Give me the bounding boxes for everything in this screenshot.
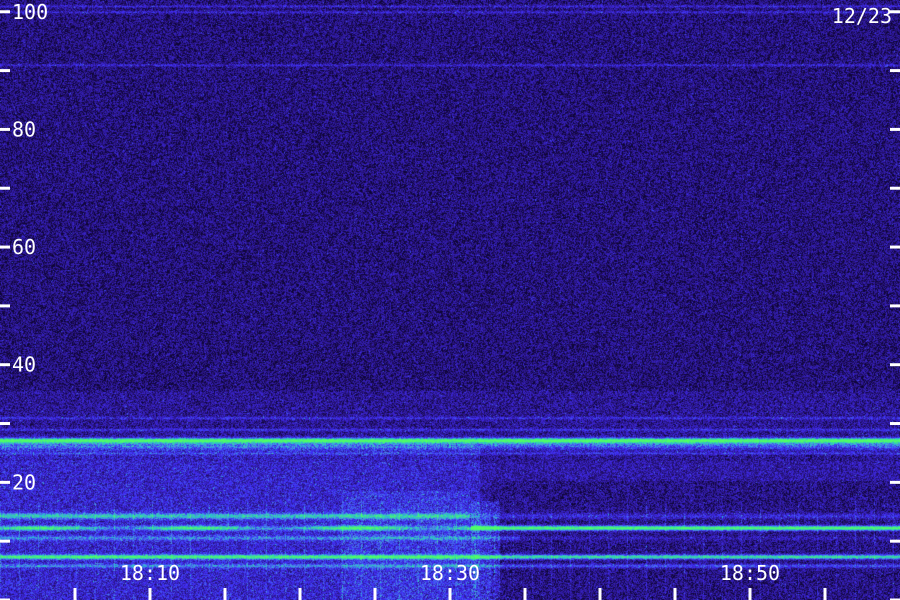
x-tick-label-1130: 18:50 [720, 561, 780, 585]
y-tick-label-20: 20 [12, 470, 36, 494]
y-tick-label-100: 100 [12, 0, 48, 24]
x-tick-label-1090: 18:10 [120, 561, 180, 585]
y-tick-label-40: 40 [12, 353, 36, 377]
spectrogram-chart: 12/23 20 40 60 80 100 18:10 18:30 18:50 [0, 0, 900, 600]
date-label: 12/23 [832, 4, 892, 28]
y-tick-label-80: 80 [12, 117, 36, 141]
y-tick-label-60: 60 [12, 235, 36, 259]
spectrogram-axes: 12/23 20 40 60 80 100 18:10 18:30 18:50 [0, 0, 900, 600]
x-tick-label-1110: 18:30 [420, 561, 480, 585]
